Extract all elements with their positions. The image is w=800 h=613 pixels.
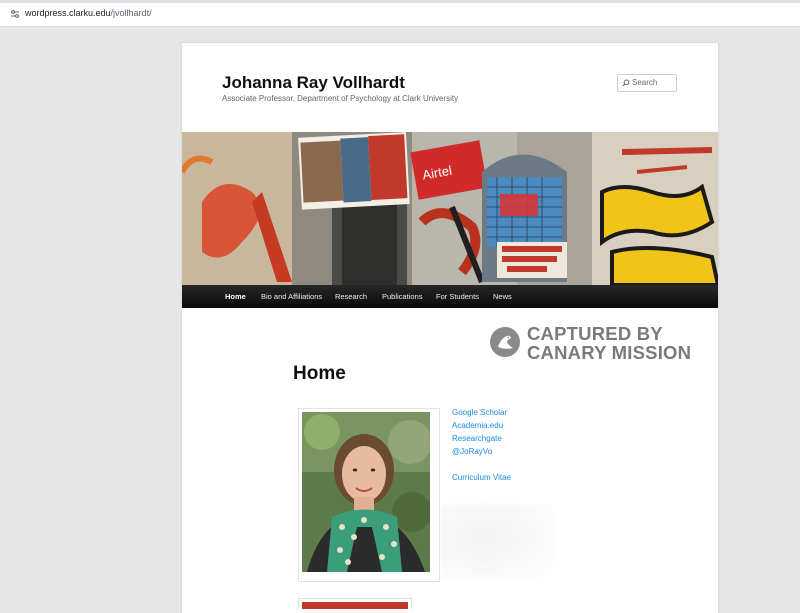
search-box[interactable] xyxy=(617,74,677,92)
canary-mission-watermark: CAPTURED BY CANARY MISSION xyxy=(489,323,699,363)
page-card: Johanna Ray Vollhardt Associate Professo… xyxy=(182,43,718,613)
nav-item-bio-and-affiliations[interactable]: Bio and Affiliations xyxy=(261,292,322,301)
next-image-thumbnail[interactable] xyxy=(298,598,412,609)
link-researchgate[interactable]: Researchgate xyxy=(452,432,511,445)
nav-item-news[interactable]: News xyxy=(493,292,512,301)
painted-wall-illustration: Airtel xyxy=(182,132,718,285)
profile-photo[interactable] xyxy=(298,408,440,582)
blurred-image xyxy=(441,504,553,578)
search-input[interactable] xyxy=(632,76,674,89)
nav-item-publications[interactable]: Publications xyxy=(382,292,422,301)
url-host: wordpress.clarku.edu xyxy=(25,8,111,18)
link-twitter-handle[interactable]: @JoRayVo xyxy=(452,445,511,458)
url-field[interactable]: wordpress.clarku.edu/jvollhardt/ xyxy=(25,8,152,18)
main-navigation: Home Bio and Affiliations Research Publi… xyxy=(182,285,718,308)
canary-bird-icon xyxy=(490,327,520,357)
site-description: Associate Professor, Department of Psych… xyxy=(222,94,459,103)
site-settings-icon[interactable] xyxy=(10,9,20,19)
url-path: /jvollhardt/ xyxy=(110,8,152,18)
link-google-scholar[interactable]: Google Scholar xyxy=(452,406,511,419)
header-banner-image[interactable]: Airtel xyxy=(182,132,718,285)
watermark-line2: CANARY MISSION xyxy=(527,342,692,363)
profile-links: Google Scholar Academia.edu Researchgate… xyxy=(452,406,511,484)
site-title[interactable]: Johanna Ray Vollhardt xyxy=(222,73,405,93)
page-title: Home xyxy=(293,363,346,384)
portrait-illustration xyxy=(302,412,432,572)
nav-item-home[interactable]: Home xyxy=(225,292,246,301)
browser-address-bar: wordpress.clarku.edu/jvollhardt/ xyxy=(0,0,800,27)
links-spacer xyxy=(452,458,511,471)
tab-strip xyxy=(0,0,800,3)
link-curriculum-vitae[interactable]: Curriculum Vitae xyxy=(452,471,511,484)
link-academia-edu[interactable]: Academia.edu xyxy=(452,419,511,432)
search-icon xyxy=(622,79,630,87)
nav-item-research[interactable]: Research xyxy=(335,292,367,301)
nav-item-for-students[interactable]: For Students xyxy=(436,292,479,301)
